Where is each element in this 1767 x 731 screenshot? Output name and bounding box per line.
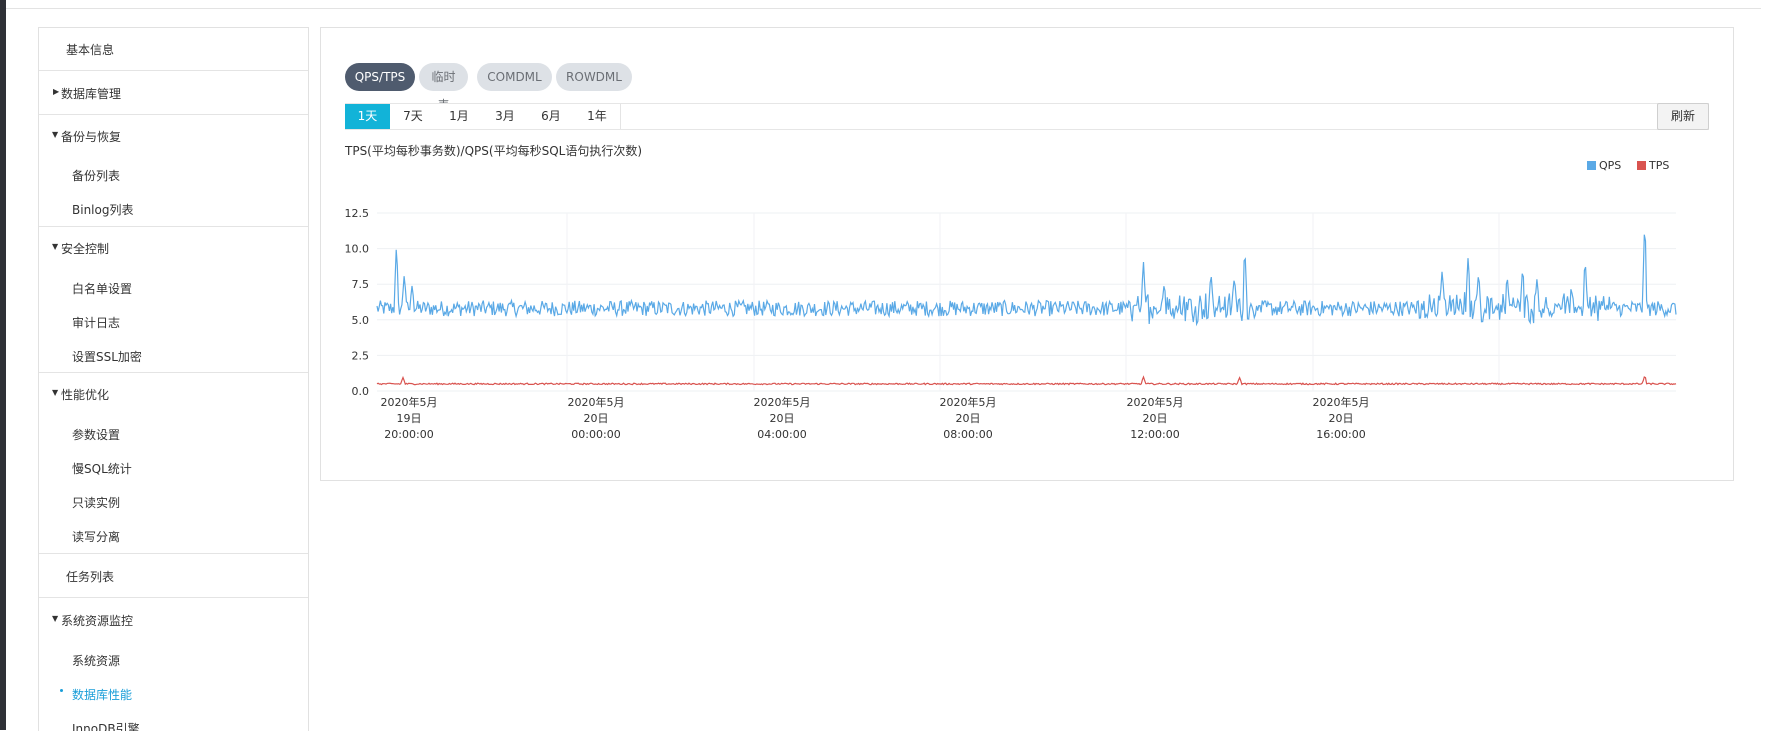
range-1d-button[interactable]: 1天 bbox=[345, 104, 391, 129]
x-tick-label: 20日 bbox=[1143, 412, 1168, 425]
sidebar-item-tasks[interactable]: 任务列表 bbox=[39, 554, 308, 598]
legend-tps[interactable]: TPS bbox=[1637, 159, 1669, 172]
legend-tps-swatch bbox=[1637, 161, 1646, 170]
chart-title: TPS(平均每秒事务数)/QPS(平均每秒SQL语句执行次数) bbox=[345, 144, 643, 158]
tab-temp-table[interactable]: 临时表 bbox=[419, 63, 468, 112]
legend-qps-label: QPS bbox=[1599, 159, 1622, 172]
tab-comdml[interactable]: COMDML bbox=[477, 63, 552, 91]
sidebar-item-whitelist[interactable]: 白名单设置 bbox=[72, 280, 132, 297]
caret-down-icon: ▼ bbox=[52, 614, 59, 623]
caret-right-icon: ▶ bbox=[53, 87, 60, 96]
sidebar-item-slow-sql[interactable]: 慢SQL统计 bbox=[72, 460, 132, 477]
sidebar-item-label: 基本信息 bbox=[66, 43, 115, 57]
y-tick-label: 2.5 bbox=[352, 349, 370, 362]
series-line-tps bbox=[376, 375, 1677, 386]
sidebar-item-rw-split[interactable]: 读写分离 bbox=[72, 528, 120, 545]
y-tick-label: 7.5 bbox=[352, 278, 370, 291]
sidebar-group-label[interactable]: 安全控制 bbox=[61, 240, 109, 257]
legend-tps-label: TPS bbox=[1649, 159, 1670, 172]
caret-down-icon: ▼ bbox=[52, 242, 59, 251]
x-tick-label: 20日 bbox=[770, 412, 795, 425]
sidebar-item-ssl[interactable]: 设置SSL加密 bbox=[72, 348, 142, 365]
x-tick-label: 20:00:00 bbox=[384, 428, 433, 441]
sidebar-group-label[interactable]: 备份与恢复 bbox=[61, 128, 121, 145]
x-tick-label: 04:00:00 bbox=[757, 428, 806, 441]
y-tick-label: 0.0 bbox=[352, 385, 370, 398]
time-range-bar: 1天 7天 1月 3月 6月 1年 bbox=[345, 103, 1709, 130]
x-tick-label: 20日 bbox=[584, 412, 609, 425]
x-tick-label: 00:00:00 bbox=[571, 428, 620, 441]
sidebar-item-binlog-list[interactable]: Binlog列表 bbox=[72, 201, 133, 218]
sidebar-item-audit-log[interactable]: 审计日志 bbox=[72, 314, 120, 331]
caret-down-icon: ▼ bbox=[52, 388, 59, 397]
x-tick-label: 19日 bbox=[397, 412, 422, 425]
sidebar-item-readonly[interactable]: 只读实例 bbox=[72, 494, 120, 511]
x-tick-label: 2020年5月 bbox=[381, 395, 438, 409]
sidebar-group-label[interactable]: 性能优化 bbox=[61, 386, 109, 403]
sidebar-group-backup: ▼ 备份与恢复 备份列表 Binlog列表 bbox=[39, 115, 308, 227]
sidebar-group-monitoring: ▼ 系统资源监控 系统资源 数据库性能 InnoDB引擎 bbox=[39, 598, 308, 731]
refresh-button[interactable]: 刷新 bbox=[1657, 103, 1709, 130]
sidebar-group-label[interactable]: 系统资源监控 bbox=[61, 612, 133, 629]
x-tick-label: 16:00:00 bbox=[1316, 428, 1365, 441]
sidebar-item-label: 数据库管理 bbox=[61, 87, 122, 101]
sidebar-item-basic-info[interactable]: 基本信息 bbox=[39, 28, 308, 71]
tab-rowdml[interactable]: ROWDML bbox=[556, 63, 632, 91]
sidebar-group-security: ▼ 安全控制 白名单设置 审计日志 设置SSL加密 bbox=[39, 227, 308, 373]
sidebar-item-innodb[interactable]: InnoDB引擎 bbox=[72, 720, 140, 731]
sidebar-group-performance: ▼ 性能优化 参数设置 慢SQL统计 只读实例 读写分离 bbox=[39, 373, 308, 554]
active-dot-icon bbox=[60, 689, 63, 692]
sidebar-item-label: 任务列表 bbox=[66, 570, 115, 584]
sidebar-item-params[interactable]: 参数设置 bbox=[72, 426, 120, 443]
y-tick-label: 5.0 bbox=[352, 314, 370, 327]
sidebar-item-backup-list[interactable]: 备份列表 bbox=[72, 167, 120, 184]
x-tick-label: 2020年5月 bbox=[940, 395, 997, 409]
x-tick-label: 12:00:00 bbox=[1130, 428, 1179, 441]
y-tick-label: 10.0 bbox=[345, 243, 370, 256]
x-tick-label: 20日 bbox=[1329, 412, 1354, 425]
x-tick-label: 2020年5月 bbox=[1313, 395, 1370, 409]
range-3m-button[interactable]: 3月 bbox=[482, 104, 529, 129]
tab-qps-tps[interactable]: QPS/TPS bbox=[345, 63, 415, 91]
caret-down-icon: ▼ bbox=[52, 130, 59, 139]
range-1m-button[interactable]: 1月 bbox=[436, 104, 483, 129]
y-tick-label: 12.5 bbox=[345, 208, 370, 220]
range-6m-button[interactable]: 6月 bbox=[528, 104, 575, 129]
x-tick-label: 2020年5月 bbox=[568, 395, 625, 409]
sidebar-item-system-resource[interactable]: 系统资源 bbox=[72, 652, 120, 669]
x-tick-label: 2020年5月 bbox=[754, 395, 811, 409]
qps-tps-line-chart[interactable]: 12.5 10.0 7.5 5.0 2.5 0.0 2020年5月 19日 20:00:00 20… bbox=[340, 208, 1685, 456]
series-line-qps bbox=[376, 234, 1677, 327]
top-divider bbox=[6, 8, 1761, 9]
legend-qps[interactable]: QPS bbox=[1587, 159, 1621, 172]
x-tick-label: 20日 bbox=[956, 412, 981, 425]
legend-qps-swatch bbox=[1587, 161, 1596, 170]
x-tick-label: 2020年5月 bbox=[1127, 395, 1184, 409]
sidebar-item-db-performance[interactable]: 数据库性能 bbox=[72, 686, 132, 703]
sidebar-item-db-management[interactable]: ▶ 数据库管理 bbox=[39, 71, 308, 115]
x-tick-label: 08:00:00 bbox=[943, 428, 992, 441]
range-1y-button[interactable]: 1年 bbox=[574, 104, 621, 129]
range-7d-button[interactable]: 7天 bbox=[390, 104, 437, 129]
sidebar-nav: 基本信息 ▶ 数据库管理 ▼ 备份与恢复 备份列表 Binlog列表 ▼ 安全控… bbox=[38, 27, 309, 731]
